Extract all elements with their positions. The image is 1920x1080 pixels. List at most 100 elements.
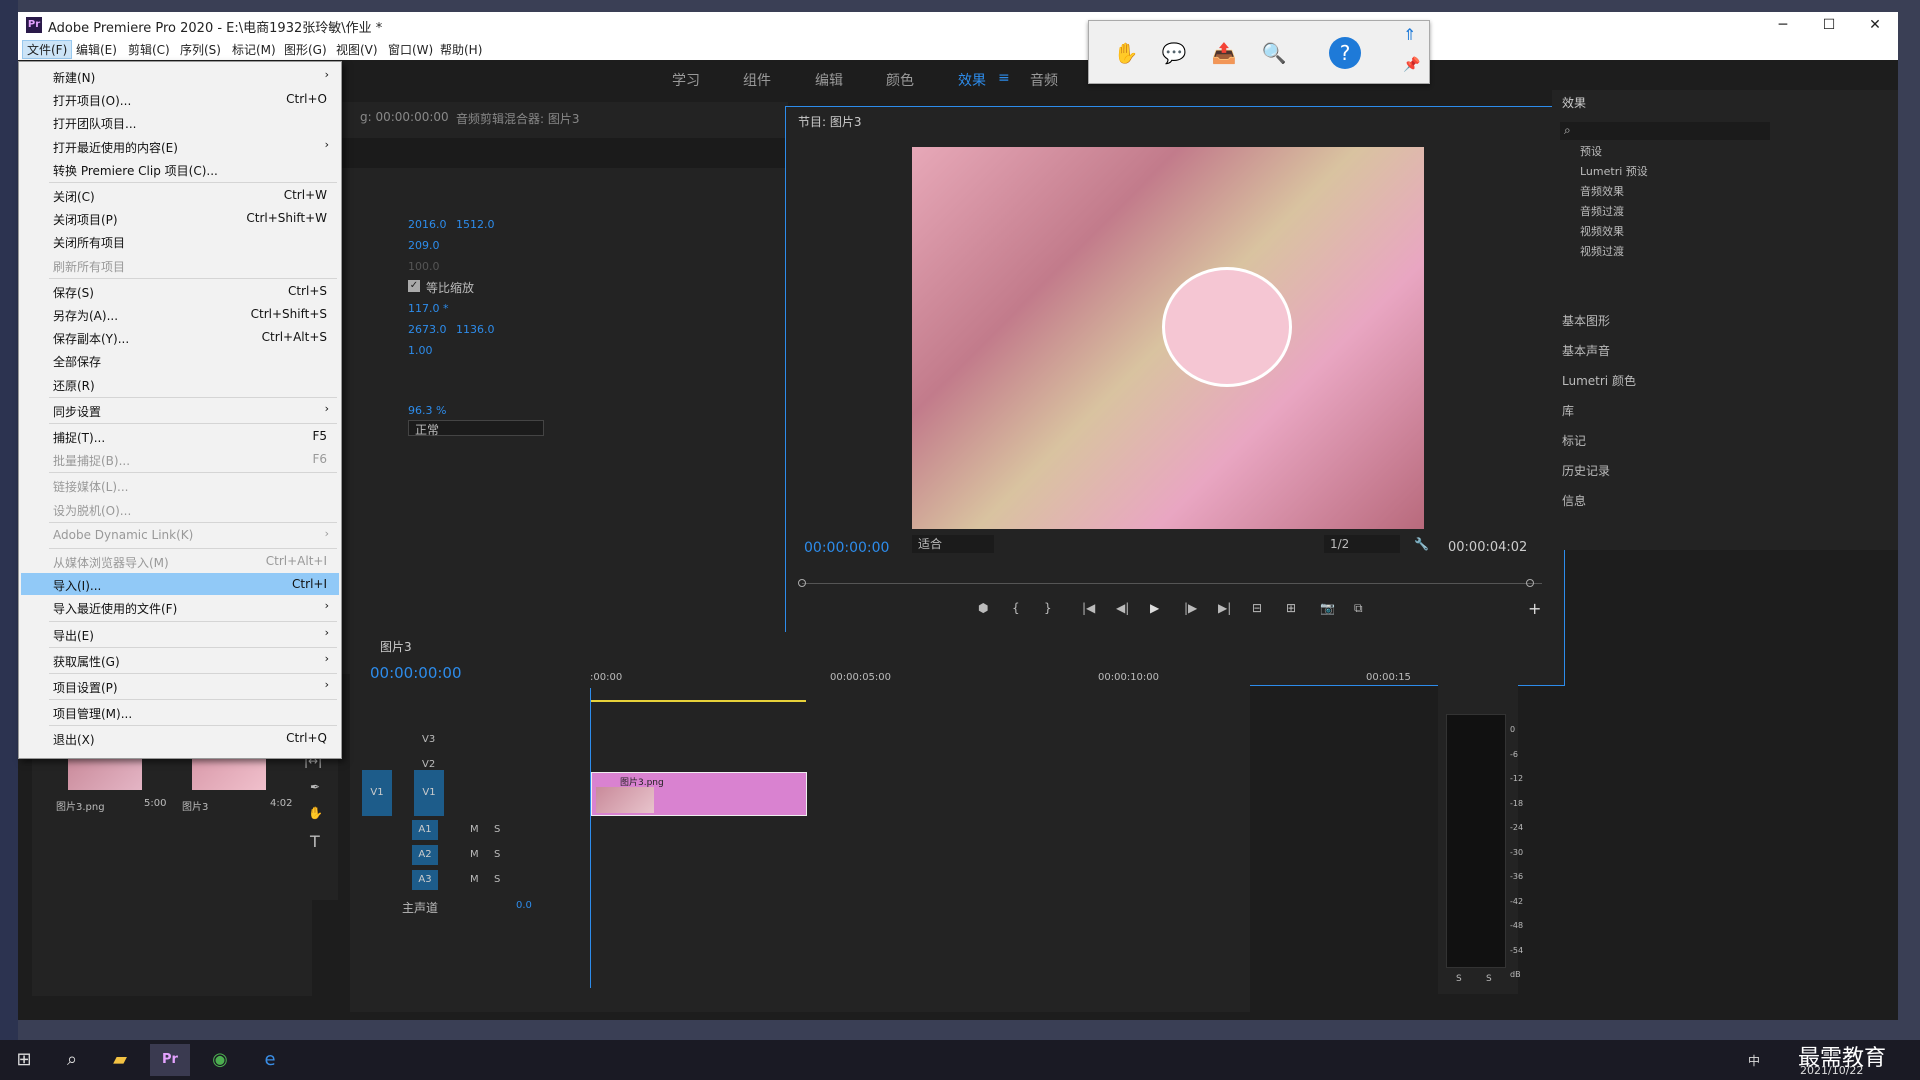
step-forward-button[interactable]: |▶ — [1184, 601, 1197, 615]
comparison-view-button[interactable]: ⧉ — [1354, 601, 1363, 616]
help-icon[interactable]: ? — [1329, 37, 1361, 69]
hand-tool-icon[interactable]: ✋ — [308, 806, 323, 820]
collapse-icon[interactable]: ⇑ — [1403, 25, 1416, 44]
folder-lumetri-presets[interactable]: Lumetri 预设 — [1580, 163, 1648, 179]
program-scrubber[interactable] — [802, 583, 1542, 584]
workspace-assembly[interactable]: 组件 — [743, 70, 771, 90]
close-button[interactable]: ✕ — [1852, 12, 1898, 38]
menu-help[interactable]: 帮助(H) — [436, 41, 486, 58]
section-history[interactable]: 历史记录 — [1562, 462, 1610, 479]
go-to-in-button[interactable]: |◀ — [1082, 601, 1095, 615]
workspace-editing[interactable]: 编辑 — [815, 70, 843, 90]
file-menu-item-25[interactable]: 项目设置(P) › — [21, 675, 339, 697]
file-menu-item-27[interactable]: 退出(X) Ctrl+Q — [21, 727, 339, 749]
premiere-taskbar-icon[interactable]: Pr — [150, 1044, 190, 1076]
meter-solo-right[interactable]: S — [1486, 974, 1492, 984]
add-marker-button[interactable]: ⬢ — [978, 601, 988, 615]
menu-view[interactable]: 视图(V) — [332, 41, 382, 58]
zoom-icon[interactable]: 🔍 — [1255, 35, 1293, 71]
anchor-x[interactable]: 2673.0 — [408, 323, 447, 336]
ime-indicator[interactable]: 中 — [1748, 1052, 1760, 1069]
file-menu-item-12[interactable]: 全部保存 — [21, 349, 339, 371]
uniform-scale-checkbox[interactable]: ✓ — [408, 280, 420, 292]
timeline-tab[interactable]: 图片3 — [380, 638, 412, 655]
step-back-button[interactable]: ◀| — [1116, 601, 1129, 615]
go-to-out-button[interactable]: ▶| — [1218, 601, 1231, 615]
pin-icon[interactable]: 📌 — [1403, 57, 1420, 73]
workspace-effects[interactable]: 效果 — [958, 70, 986, 90]
a1-mute-button[interactable]: M — [470, 824, 479, 835]
file-menu-item-26[interactable]: 项目管理(M)... — [21, 701, 339, 723]
folder-video-effects[interactable]: 视频效果 — [1580, 223, 1624, 239]
menu-edit[interactable]: 编辑(E) — [72, 41, 121, 58]
folder-audio-transitions[interactable]: 音频过渡 — [1580, 203, 1624, 219]
file-menu-item-4[interactable]: 转换 Premiere Clip 项目(C)... — [21, 158, 339, 180]
maximize-button[interactable]: ☐ — [1806, 12, 1852, 38]
minimize-button[interactable]: ─ — [1760, 12, 1806, 38]
button-editor-button[interactable]: + — [1528, 599, 1541, 618]
export-icon[interactable]: 📤 — [1205, 35, 1243, 71]
a3-mute-button[interactable]: M — [470, 874, 479, 885]
project-thumb-1[interactable] — [68, 756, 142, 790]
position-y[interactable]: 1512.0 — [456, 218, 495, 231]
extract-button[interactable]: ⊞ — [1286, 601, 1296, 615]
section-essential-sound[interactable]: 基本声音 — [1562, 342, 1610, 359]
project-thumb-2[interactable] — [192, 756, 266, 790]
edge-icon[interactable]: e — [250, 1044, 290, 1076]
workspace-audio[interactable]: 音频 — [1030, 70, 1058, 90]
menu-file[interactable]: 文件(F) — [22, 40, 73, 59]
file-menu-item-1[interactable]: 打开项目(O)... Ctrl+O — [21, 88, 339, 110]
file-menu-item-23[interactable]: 导出(E) › — [21, 623, 339, 645]
a2-mute-button[interactable]: M — [470, 849, 479, 860]
file-menu-item-5[interactable]: 关闭(C) Ctrl+W — [21, 184, 339, 206]
fit-select[interactable]: 适合 — [912, 535, 994, 553]
file-menu-item-7[interactable]: 关闭所有项目 — [21, 230, 339, 252]
meter-solo-left[interactable]: S — [1456, 974, 1462, 984]
section-essential-graphics[interactable]: 基本图形 — [1562, 312, 1610, 329]
menu-window[interactable]: 窗口(W) — [384, 41, 437, 58]
wrench-icon[interactable]: 🔧 — [1414, 537, 1429, 551]
export-frame-button[interactable]: 📷 — [1320, 601, 1335, 615]
menu-sequence[interactable]: 序列(S) — [176, 41, 225, 58]
track-a3[interactable]: A3 — [412, 870, 438, 890]
windows-start-icon[interactable]: ⊞ — [4, 1044, 44, 1076]
pen-tool-icon[interactable]: ✒ — [310, 780, 320, 794]
a1-solo-button[interactable]: S — [494, 824, 500, 835]
file-menu-item-10[interactable]: 另存为(A)... Ctrl+Shift+S — [21, 303, 339, 325]
effect-controls-tab[interactable]: g: 00:00:00:00 — [360, 110, 449, 124]
track-v1[interactable]: V1 — [414, 770, 444, 816]
timeline-timecode[interactable]: 00:00:00:00 — [370, 664, 462, 682]
resolution-select[interactable]: 1/2 — [1324, 535, 1400, 553]
rotation-value[interactable]: 117.0 * — [408, 302, 449, 315]
play-button[interactable]: ▶ — [1150, 601, 1159, 615]
mark-out-button[interactable]: } — [1044, 601, 1052, 615]
track-a2[interactable]: A2 — [412, 845, 438, 865]
file-menu-item-3[interactable]: 打开最近使用的内容(E) › — [21, 135, 339, 157]
playhead[interactable] — [590, 688, 591, 988]
a3-solo-button[interactable]: S — [494, 874, 500, 885]
workspace-learn[interactable]: 学习 — [672, 70, 700, 90]
section-libraries[interactable]: 库 — [1562, 402, 1574, 419]
file-menu-item-13[interactable]: 还原(R) — [21, 373, 339, 395]
section-lumetri-color[interactable]: Lumetri 颜色 — [1562, 372, 1636, 389]
anchor-y[interactable]: 1136.0 — [456, 323, 495, 336]
file-menu-item-21[interactable]: 导入(I)... Ctrl+I — [21, 573, 339, 596]
scrubber-end-handle[interactable] — [1526, 579, 1534, 587]
chrome-icon[interactable]: ◉ — [200, 1044, 240, 1076]
folder-presets[interactable]: 预设 — [1580, 143, 1602, 159]
track-a1[interactable]: A1 — [412, 820, 438, 840]
comment-icon[interactable]: 💬 — [1155, 35, 1193, 71]
file-menu-item-0[interactable]: 新建(N) › — [21, 65, 339, 87]
timeline-clip[interactable]: 图片3.png — [591, 772, 807, 816]
menu-graphics[interactable]: 图形(G) — [280, 41, 331, 58]
master-volume[interactable]: 0.0 — [516, 900, 532, 911]
source-patch-v1[interactable]: V1 — [362, 770, 392, 816]
file-menu-item-9[interactable]: 保存(S) Ctrl+S — [21, 280, 339, 302]
section-info[interactable]: 信息 — [1562, 492, 1586, 509]
file-menu-item-11[interactable]: 保存副本(Y)... Ctrl+Alt+S — [21, 326, 339, 348]
work-area-bar[interactable] — [590, 700, 806, 702]
position-x[interactable]: 2016.0 — [408, 218, 447, 231]
a2-solo-button[interactable]: S — [494, 849, 500, 860]
workspace-menu-icon[interactable]: ≡ — [998, 70, 1010, 86]
file-menu-item-15[interactable]: 捕捉(T)... F5 — [21, 425, 339, 447]
